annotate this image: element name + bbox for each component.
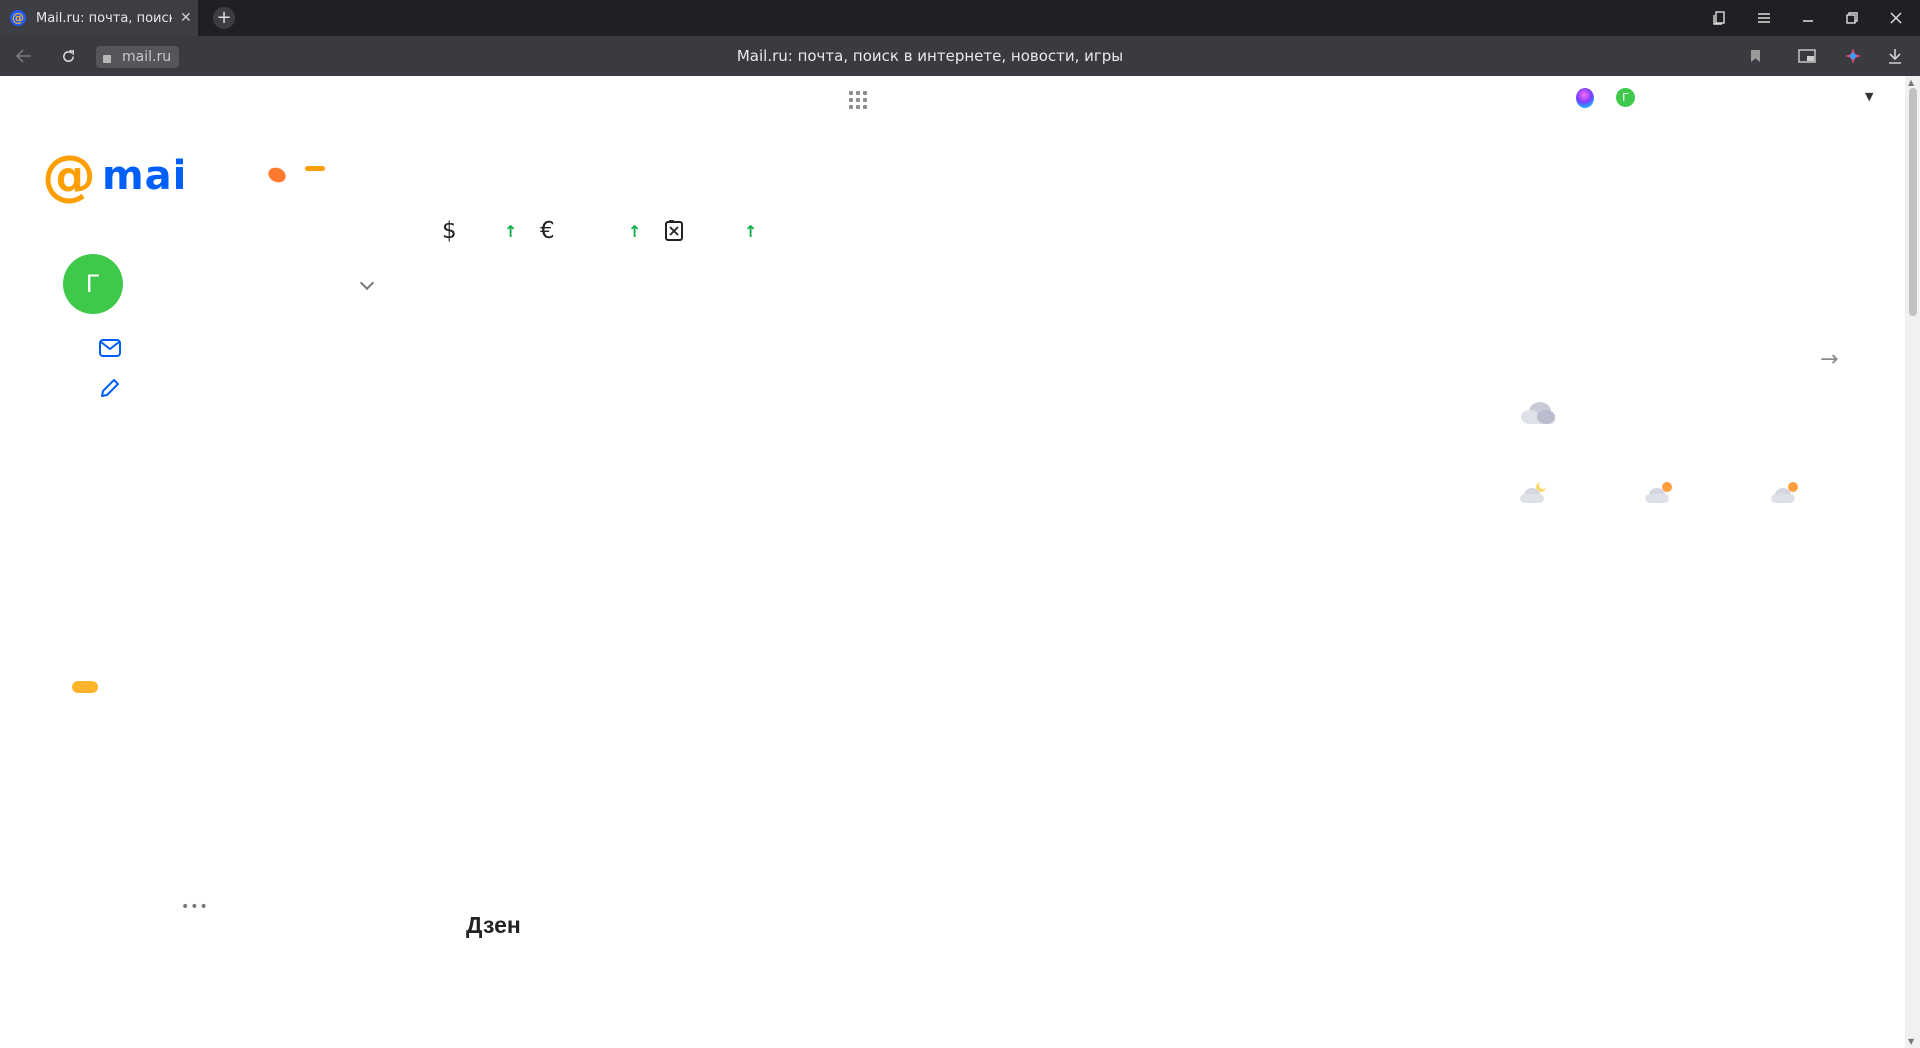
picture-in-picture-icon[interactable] xyxy=(1790,36,1824,76)
tab-title: Mail.ru: почта, поиск в и xyxy=(36,10,172,26)
cloud-sun-icon xyxy=(1769,481,1801,509)
loading-pill-decoration xyxy=(72,681,98,693)
compose-pen-icon[interactable] xyxy=(99,377,121,403)
back-icon[interactable] xyxy=(6,36,42,76)
mailru-favicon-icon: @ xyxy=(10,10,26,26)
mailru-logo[interactable]: @ mai xyxy=(42,144,188,207)
page-content xyxy=(0,76,1905,1048)
usd-up-arrow-icon: ↑ xyxy=(504,222,518,241)
assistant-orb-icon[interactable] xyxy=(1576,88,1594,108)
url-text[interactable]: mail.ru xyxy=(118,46,180,68)
extension-icon[interactable] xyxy=(1836,36,1870,76)
eur-up-arrow-icon: ↑ xyxy=(628,222,642,241)
mail-icon[interactable] xyxy=(99,339,121,361)
user-menu-caret-icon[interactable]: ▼ xyxy=(1865,90,1873,103)
lock-icon[interactable] xyxy=(96,46,118,68)
more-icon[interactable]: ••• xyxy=(181,899,209,915)
browser-tab-strip: @ Mail.ru: почта, поиск в и ✕ + xyxy=(0,0,1920,36)
logo-at-sign: @ xyxy=(42,144,96,207)
apps-grid-icon[interactable] xyxy=(849,91,867,109)
dzen-feed-title[interactable]: Дзен xyxy=(466,912,521,939)
bookmarks-panel-icon[interactable] xyxy=(1702,0,1738,36)
weather-next-arrow-icon[interactable]: → xyxy=(1820,347,1838,372)
menu-icon[interactable] xyxy=(1746,0,1782,36)
browser-tab-active[interactable]: @ Mail.ru: почта, поиск в и ✕ xyxy=(0,0,198,36)
cloud-moon-icon xyxy=(1518,481,1550,509)
download-icon[interactable] xyxy=(1878,36,1912,76)
logo-word: mai xyxy=(102,153,188,199)
cloud-icon xyxy=(1518,398,1558,430)
header-avatar[interactable]: Г xyxy=(1616,88,1635,107)
scroll-down-icon[interactable]: ▼ xyxy=(1908,1037,1914,1046)
bookmark-icon[interactable] xyxy=(1738,36,1772,76)
reload-icon[interactable] xyxy=(50,36,86,76)
close-icon[interactable] xyxy=(1878,0,1914,36)
scrollbar-thumb[interactable] xyxy=(1909,88,1917,316)
account-avatar[interactable]: Г xyxy=(63,254,123,314)
loading-bar-decoration xyxy=(305,166,325,171)
eur-icon[interactable]: € xyxy=(540,218,555,244)
url-field[interactable]: mail.ru xyxy=(96,46,180,68)
cloud-sun-icon xyxy=(1643,481,1675,509)
tab-close-icon[interactable]: ✕ xyxy=(180,10,192,26)
scroll-up-icon[interactable]: ▲ xyxy=(1908,78,1914,87)
new-tab-button[interactable]: + xyxy=(213,7,235,29)
oil-up-arrow-icon: ↑ xyxy=(744,222,758,241)
minimize-icon[interactable] xyxy=(1790,0,1826,36)
usd-icon[interactable]: $ xyxy=(442,218,457,244)
oil-icon[interactable] xyxy=(664,219,684,247)
vertical-scrollbar[interactable]: ▲ ▼ xyxy=(1905,76,1920,1048)
restore-icon[interactable] xyxy=(1834,0,1870,36)
page-title: Mail.ru: почта, поиск в интернете, новос… xyxy=(736,47,1124,65)
